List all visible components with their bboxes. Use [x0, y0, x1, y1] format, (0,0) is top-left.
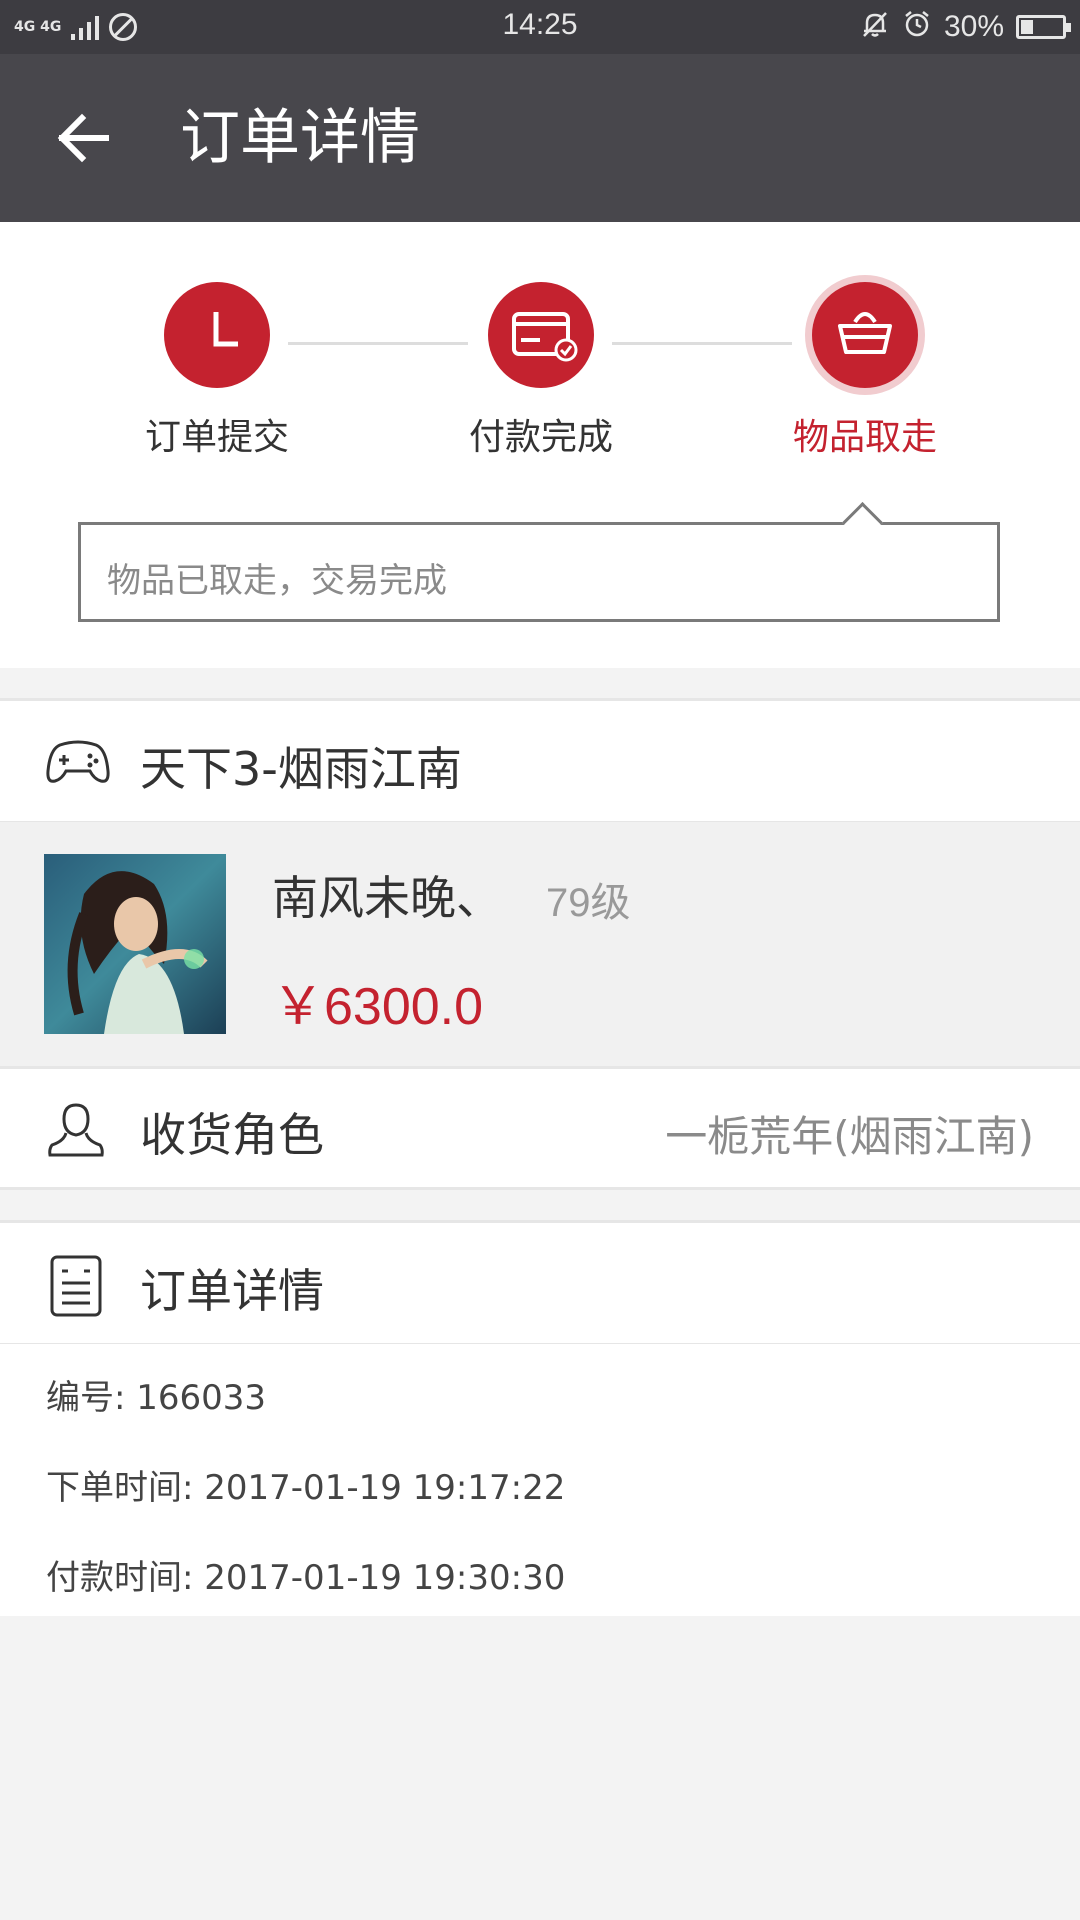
item-level: 79级 [546, 881, 631, 925]
gamepad-icon [46, 740, 110, 783]
back-button[interactable] [44, 98, 124, 178]
order-details-header: 订单详情 [0, 1220, 1080, 1346]
battery-level [1021, 20, 1033, 34]
basket-icon [812, 282, 918, 388]
payment-time: 付款时间: 2017-01-19 19:30:30 [46, 1558, 566, 1598]
step-label: 订单提交 [144, 417, 289, 458]
item-thumbnail [44, 854, 226, 1034]
credit-card-icon [488, 282, 594, 388]
clock-icon [164, 282, 270, 388]
status-bar: 4G 4G 14:25 30% [0, 0, 1080, 54]
status-message: 物品已取走，交易完成 [107, 561, 447, 601]
order-time: 下单时间: 2017-01-19 19:17:22 [46, 1468, 566, 1508]
status-message-box: 物品已取走，交易完成 [78, 501, 1000, 622]
app-bar: 订单详情 [0, 54, 1080, 222]
order-number: 编号: 166033 [46, 1378, 267, 1418]
user-icon [48, 1103, 104, 1157]
order-details-title: 订单详情 [140, 1264, 324, 1318]
status-right: 30% [860, 8, 1071, 46]
step-item-taken: 物品取走 [755, 282, 975, 460]
step-label: 付款完成 [468, 417, 613, 458]
item-card[interactable]: 南风未晚、 79级 ￥6300.0 [0, 822, 1080, 1066]
order-progress: 订单提交 付款完成 物品取走 物品已取走，交易完成 [0, 222, 1080, 668]
item-name: 南风未晚、 [272, 871, 502, 925]
step-payment-complete: 付款完成 [431, 282, 651, 460]
step-order-submitted: 订单提交 [107, 282, 327, 460]
battery-icon [1016, 15, 1071, 39]
pointer-caret [841, 501, 884, 544]
item-price: ￥6300.0 [272, 978, 484, 1036]
arrow-left-icon [57, 113, 109, 163]
alarm-icon [902, 9, 932, 46]
game-row: 天下3-烟雨江南 [0, 698, 1080, 824]
battery-percent: 30% [943, 10, 1004, 43]
game-name: 天下3-烟雨江南 [140, 742, 462, 796]
page-title: 订单详情 [180, 103, 420, 173]
receiver-value: 一栀荒年(烟雨江南) [665, 1112, 1034, 1161]
document-icon [50, 1255, 102, 1317]
receiver-label: 收货角色 [140, 1108, 324, 1162]
step-label: 物品取走 [792, 417, 937, 458]
mute-bell-icon [860, 9, 890, 46]
receiver-row: 收货角色 一栀荒年(烟雨江南) [0, 1066, 1080, 1190]
order-details-content: 编号: 166033 下单时间: 2017-01-19 19:17:22 付款时… [0, 1344, 1080, 1616]
